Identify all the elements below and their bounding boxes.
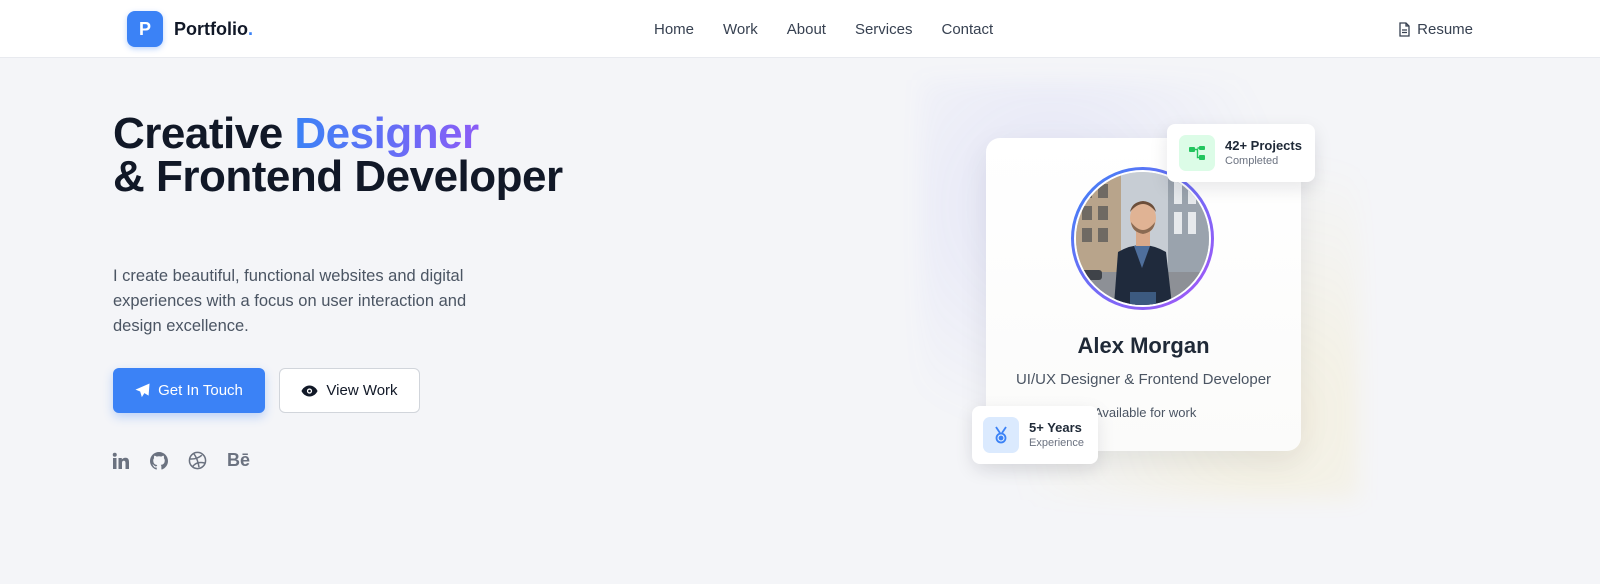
profile-role: UI/UX Designer & Frontend Developer [1015,371,1272,388]
linkedin-icon [112,452,129,469]
nav-link-about[interactable]: About [787,21,826,38]
nav-link-work[interactable]: Work [723,21,758,38]
behance-icon: Bē [227,450,251,470]
hero-title-part1: Creative [113,109,295,158]
projects-stat-value: 42+ Projects [1225,137,1302,153]
behance-link[interactable]: Bē [227,450,250,471]
avatar [1071,167,1214,310]
nav-link-services[interactable]: Services [855,21,913,38]
linkedin-link[interactable] [112,452,130,470]
hero-description: I create beautiful, functional websites … [113,267,467,335]
profile-card: Alex Morgan UI/UX Designer & Frontend De… [986,138,1301,451]
brand-mark: P [127,11,163,47]
dribbble-icon [188,451,207,470]
navbar: P Portfolio. Home Work About Services Co… [0,0,1600,58]
experience-stat-value: 5+ Years [1029,419,1082,435]
get-in-touch-label: Get In Touch [158,382,243,399]
view-work-button[interactable]: View Work [279,368,420,413]
nav-link-home[interactable]: Home [654,21,694,38]
nav-links: Home Work About Services Contact [654,0,993,58]
experience-stat-card: 5+ Years Experience [972,406,1098,464]
hero-title: Creative Designer & Frontend Developer [113,109,573,201]
eye-icon [301,385,318,396]
github-icon [150,451,168,470]
brand-logo[interactable]: P Portfolio. [127,11,253,47]
hero-title-part2: & Frontend Developer [113,152,563,201]
project-tree-icon [1179,135,1215,171]
brand-name: Portfolio [174,18,248,39]
github-link[interactable] [150,451,168,470]
document-icon [1399,21,1410,37]
hero-title-highlight: Designer [294,109,479,158]
avatar-photo [1074,170,1211,307]
get-in-touch-button[interactable]: Get In Touch [113,368,265,413]
nav-link-contact[interactable]: Contact [941,21,993,38]
resume-link[interactable]: Resume [1398,0,1473,58]
projects-stat-card: 42+ Projects Completed [1167,124,1315,182]
dribbble-link[interactable] [188,451,207,470]
availability-status: Available for work [1094,405,1197,420]
brand-dot: . [248,18,254,39]
medal-icon [983,417,1019,453]
resume-label: Resume [1417,20,1473,38]
projects-stat-label: Completed [1225,154,1279,167]
portrait-illustration [1076,172,1209,305]
paper-plane-icon [135,383,150,398]
social-links: Bē [112,450,270,471]
profile-name: Alex Morgan [1077,333,1210,358]
view-work-label: View Work [326,382,398,399]
experience-stat-label: Experience [1029,436,1085,449]
